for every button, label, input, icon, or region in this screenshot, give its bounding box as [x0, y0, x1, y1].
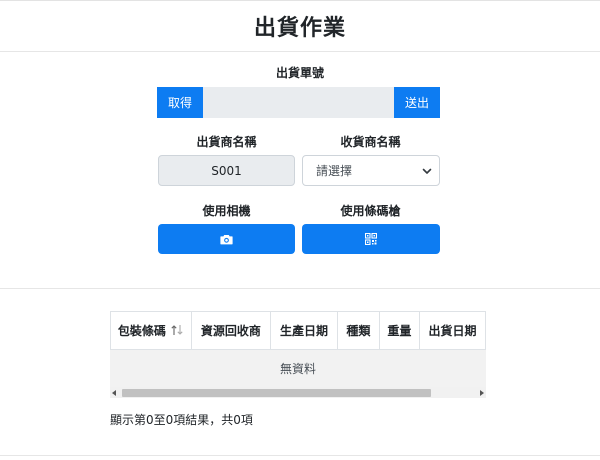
- bottom-divider: [0, 455, 600, 456]
- chevron-down-icon: [422, 168, 432, 174]
- shipper-name-field: S001: [158, 155, 295, 186]
- receiver-name-select[interactable]: 請選擇: [302, 155, 440, 186]
- scanner-label: 使用條碼槍: [340, 204, 401, 218]
- sort-icon: [171, 325, 183, 336]
- scroll-left-arrow-icon[interactable]: [112, 390, 116, 396]
- camera-button[interactable]: [158, 224, 295, 254]
- shipper-name-value: S001: [211, 163, 242, 178]
- horizontal-scrollbar[interactable]: [110, 387, 486, 398]
- column-header-ship-date[interactable]: 出貨日期: [419, 312, 486, 350]
- column-header-recycler[interactable]: 資源回收商: [191, 312, 272, 350]
- column-header-barcode[interactable]: 包裝條碼: [110, 312, 192, 350]
- receiver-name-label: 收貨商名稱: [340, 135, 401, 149]
- shipper-name-label: 出貨商名稱: [196, 135, 257, 149]
- submit-button[interactable]: 送出: [394, 87, 440, 118]
- scrollbar-thumb[interactable]: [122, 389, 431, 397]
- column-header-production-date[interactable]: 生產日期: [270, 312, 338, 350]
- camera-label: 使用相機: [202, 204, 251, 218]
- qrcode-icon: [365, 233, 377, 245]
- section-divider: [0, 288, 600, 289]
- order-number-input[interactable]: [203, 87, 394, 118]
- table-header-row: 包裝條碼 資源回收商 生產日期 種類 重量 出貨日期: [110, 312, 486, 350]
- page-title: 出貨作業: [253, 16, 346, 41]
- camera-icon: [220, 234, 233, 244]
- fetch-button[interactable]: 取得: [157, 87, 203, 118]
- order-number-group: 取得 送出: [157, 87, 440, 118]
- title-divider: [0, 51, 600, 52]
- column-header-type[interactable]: 種類: [337, 312, 380, 350]
- shipment-table-grid: 包裝條碼 資源回收商 生產日期 種類 重量 出貨日期: [110, 312, 486, 350]
- scanner-button[interactable]: [302, 224, 440, 254]
- column-header-weight[interactable]: 重量: [379, 312, 421, 350]
- scroll-right-arrow-icon[interactable]: [480, 390, 484, 396]
- top-divider: [0, 0, 600, 1]
- column-label: 包裝條碼: [117, 323, 166, 338]
- empty-message: 無資料: [279, 362, 316, 376]
- empty-row: 無資料: [110, 350, 486, 387]
- order-number-label: 出貨單號: [275, 66, 324, 80]
- shipment-table: 包裝條碼 資源回收商 生產日期 種類 重量 出貨日期 無資料: [110, 311, 486, 398]
- receiver-selected-value: 請選擇: [316, 164, 353, 178]
- table-summary: 顯示第0至0項結果，共0項: [110, 413, 253, 427]
